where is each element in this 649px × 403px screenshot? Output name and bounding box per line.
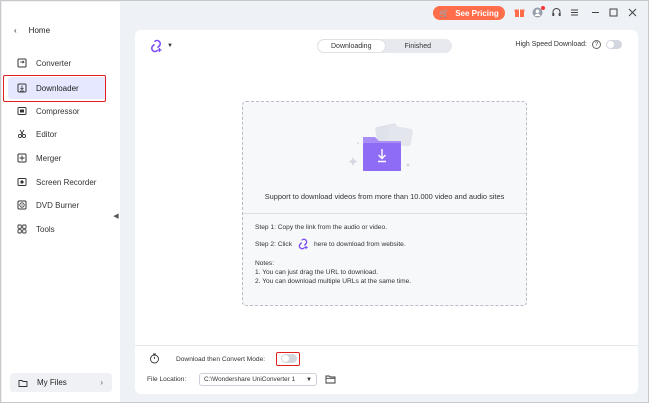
cart-icon: 🛒 (439, 8, 450, 18)
sidebar-item-label: Tools (36, 224, 55, 234)
download-link-icon (151, 39, 162, 53)
note-2: 2. You can download multiple URLs at the… (255, 278, 412, 285)
divider (135, 345, 638, 346)
see-pricing-label: See Pricing (455, 8, 499, 18)
step-2-suffix: here to download from website. (314, 240, 406, 248)
support-text: Support to download videos from more tha… (264, 192, 505, 201)
editor-icon (17, 129, 27, 139)
file-location-value: C:\Wondershare UniConverter 1 (204, 376, 296, 383)
menu-icon[interactable] (568, 6, 580, 18)
close-icon[interactable] (626, 6, 638, 18)
folder-download-illustration (348, 123, 413, 171)
convert-mode-label: Download then Convert Mode: (176, 356, 266, 363)
chevron-down-icon: ▼ (306, 376, 312, 383)
notification-badge (541, 6, 545, 10)
home-link[interactable]: ‹ Home (14, 26, 50, 35)
status-tabs: Downloading Finished (317, 39, 452, 53)
home-label: Home (28, 26, 51, 35)
step-2-prefix: Step 2: Click (255, 240, 293, 248)
file-location-label: File Location: (147, 376, 187, 383)
file-location-select[interactable]: C:\Wondershare UniConverter 1 ▼ (199, 373, 317, 386)
see-pricing-button[interactable]: 🛒 See Pricing (433, 6, 505, 20)
my-files-button[interactable]: My Files › (10, 373, 112, 392)
downloader-panel: ▼ Downloading Finished High Speed Downlo… (135, 30, 638, 394)
question-icon[interactable]: ? (592, 40, 601, 49)
sidebar-item-converter[interactable]: Converter (8, 52, 106, 74)
drop-area: Support to download videos from more tha… (243, 102, 526, 212)
collapse-sidebar-handle[interactable]: ◀ (112, 208, 120, 224)
add-url-button[interactable]: ▼ (149, 39, 173, 53)
app-window: ‹ Home Converter Downloader Compressor E… (0, 0, 649, 403)
chevron-down-icon: ▼ (167, 43, 173, 49)
high-speed-toggle[interactable] (606, 40, 622, 49)
folder-icon (18, 379, 28, 387)
sidebar-item-merger[interactable]: Merger (8, 147, 106, 169)
sidebar-item-tools[interactable]: Tools (8, 218, 106, 240)
sidebar-item-compressor[interactable]: Compressor (8, 100, 106, 122)
sidebar-item-label: Compressor (36, 106, 80, 116)
step-1-text: Step 1: Copy the link from the audio or … (255, 224, 387, 231)
gift-icon[interactable] (513, 6, 525, 18)
timer-icon (150, 353, 159, 364)
notes-title: Notes: (255, 260, 275, 267)
maximize-icon[interactable] (607, 6, 619, 18)
download-link-icon (298, 238, 308, 250)
highlight-box (3, 75, 106, 102)
divider (243, 213, 526, 214)
tab-downloading[interactable]: Downloading (318, 40, 385, 52)
dvd-icon (17, 200, 27, 210)
chevron-right-icon: › (100, 378, 103, 387)
minimize-icon[interactable] (589, 6, 601, 18)
sidebar-item-label: Screen Recorder (36, 177, 97, 187)
tab-finished[interactable]: Finished (385, 40, 452, 52)
highlight-box (276, 352, 300, 366)
my-files-label: My Files (37, 378, 67, 387)
chevron-left-icon: ‹ (14, 26, 17, 35)
merger-icon (17, 153, 27, 163)
sidebar: ‹ Home Converter Downloader Compressor E… (2, 2, 120, 402)
sidebar-item-label: Editor (36, 129, 57, 139)
sidebar-item-label: DVD Burner (36, 200, 80, 210)
screen-recorder-icon (17, 178, 27, 186)
converter-icon (17, 58, 27, 68)
url-drop-zone[interactable]: Support to download videos from more tha… (242, 101, 527, 306)
sidebar-item-dvd-burner[interactable]: DVD Burner (8, 194, 106, 216)
high-speed-download: High Speed Download: ? (515, 40, 622, 49)
tools-icon (17, 224, 27, 234)
headset-icon[interactable] (550, 6, 562, 18)
step-2-row: Step 2: Click here to download from webs… (255, 238, 406, 250)
sidebar-item-label: Merger (36, 153, 62, 163)
high-speed-label: High Speed Download: (515, 41, 587, 48)
sidebar-item-screen-recorder[interactable]: Screen Recorder (8, 171, 106, 193)
sidebar-item-editor[interactable]: Editor (8, 123, 106, 145)
compressor-icon (17, 107, 27, 115)
note-1: 1. You can just drag the URL to download… (255, 269, 378, 276)
sidebar-item-label: Converter (36, 58, 72, 68)
open-folder-icon[interactable] (325, 374, 336, 384)
